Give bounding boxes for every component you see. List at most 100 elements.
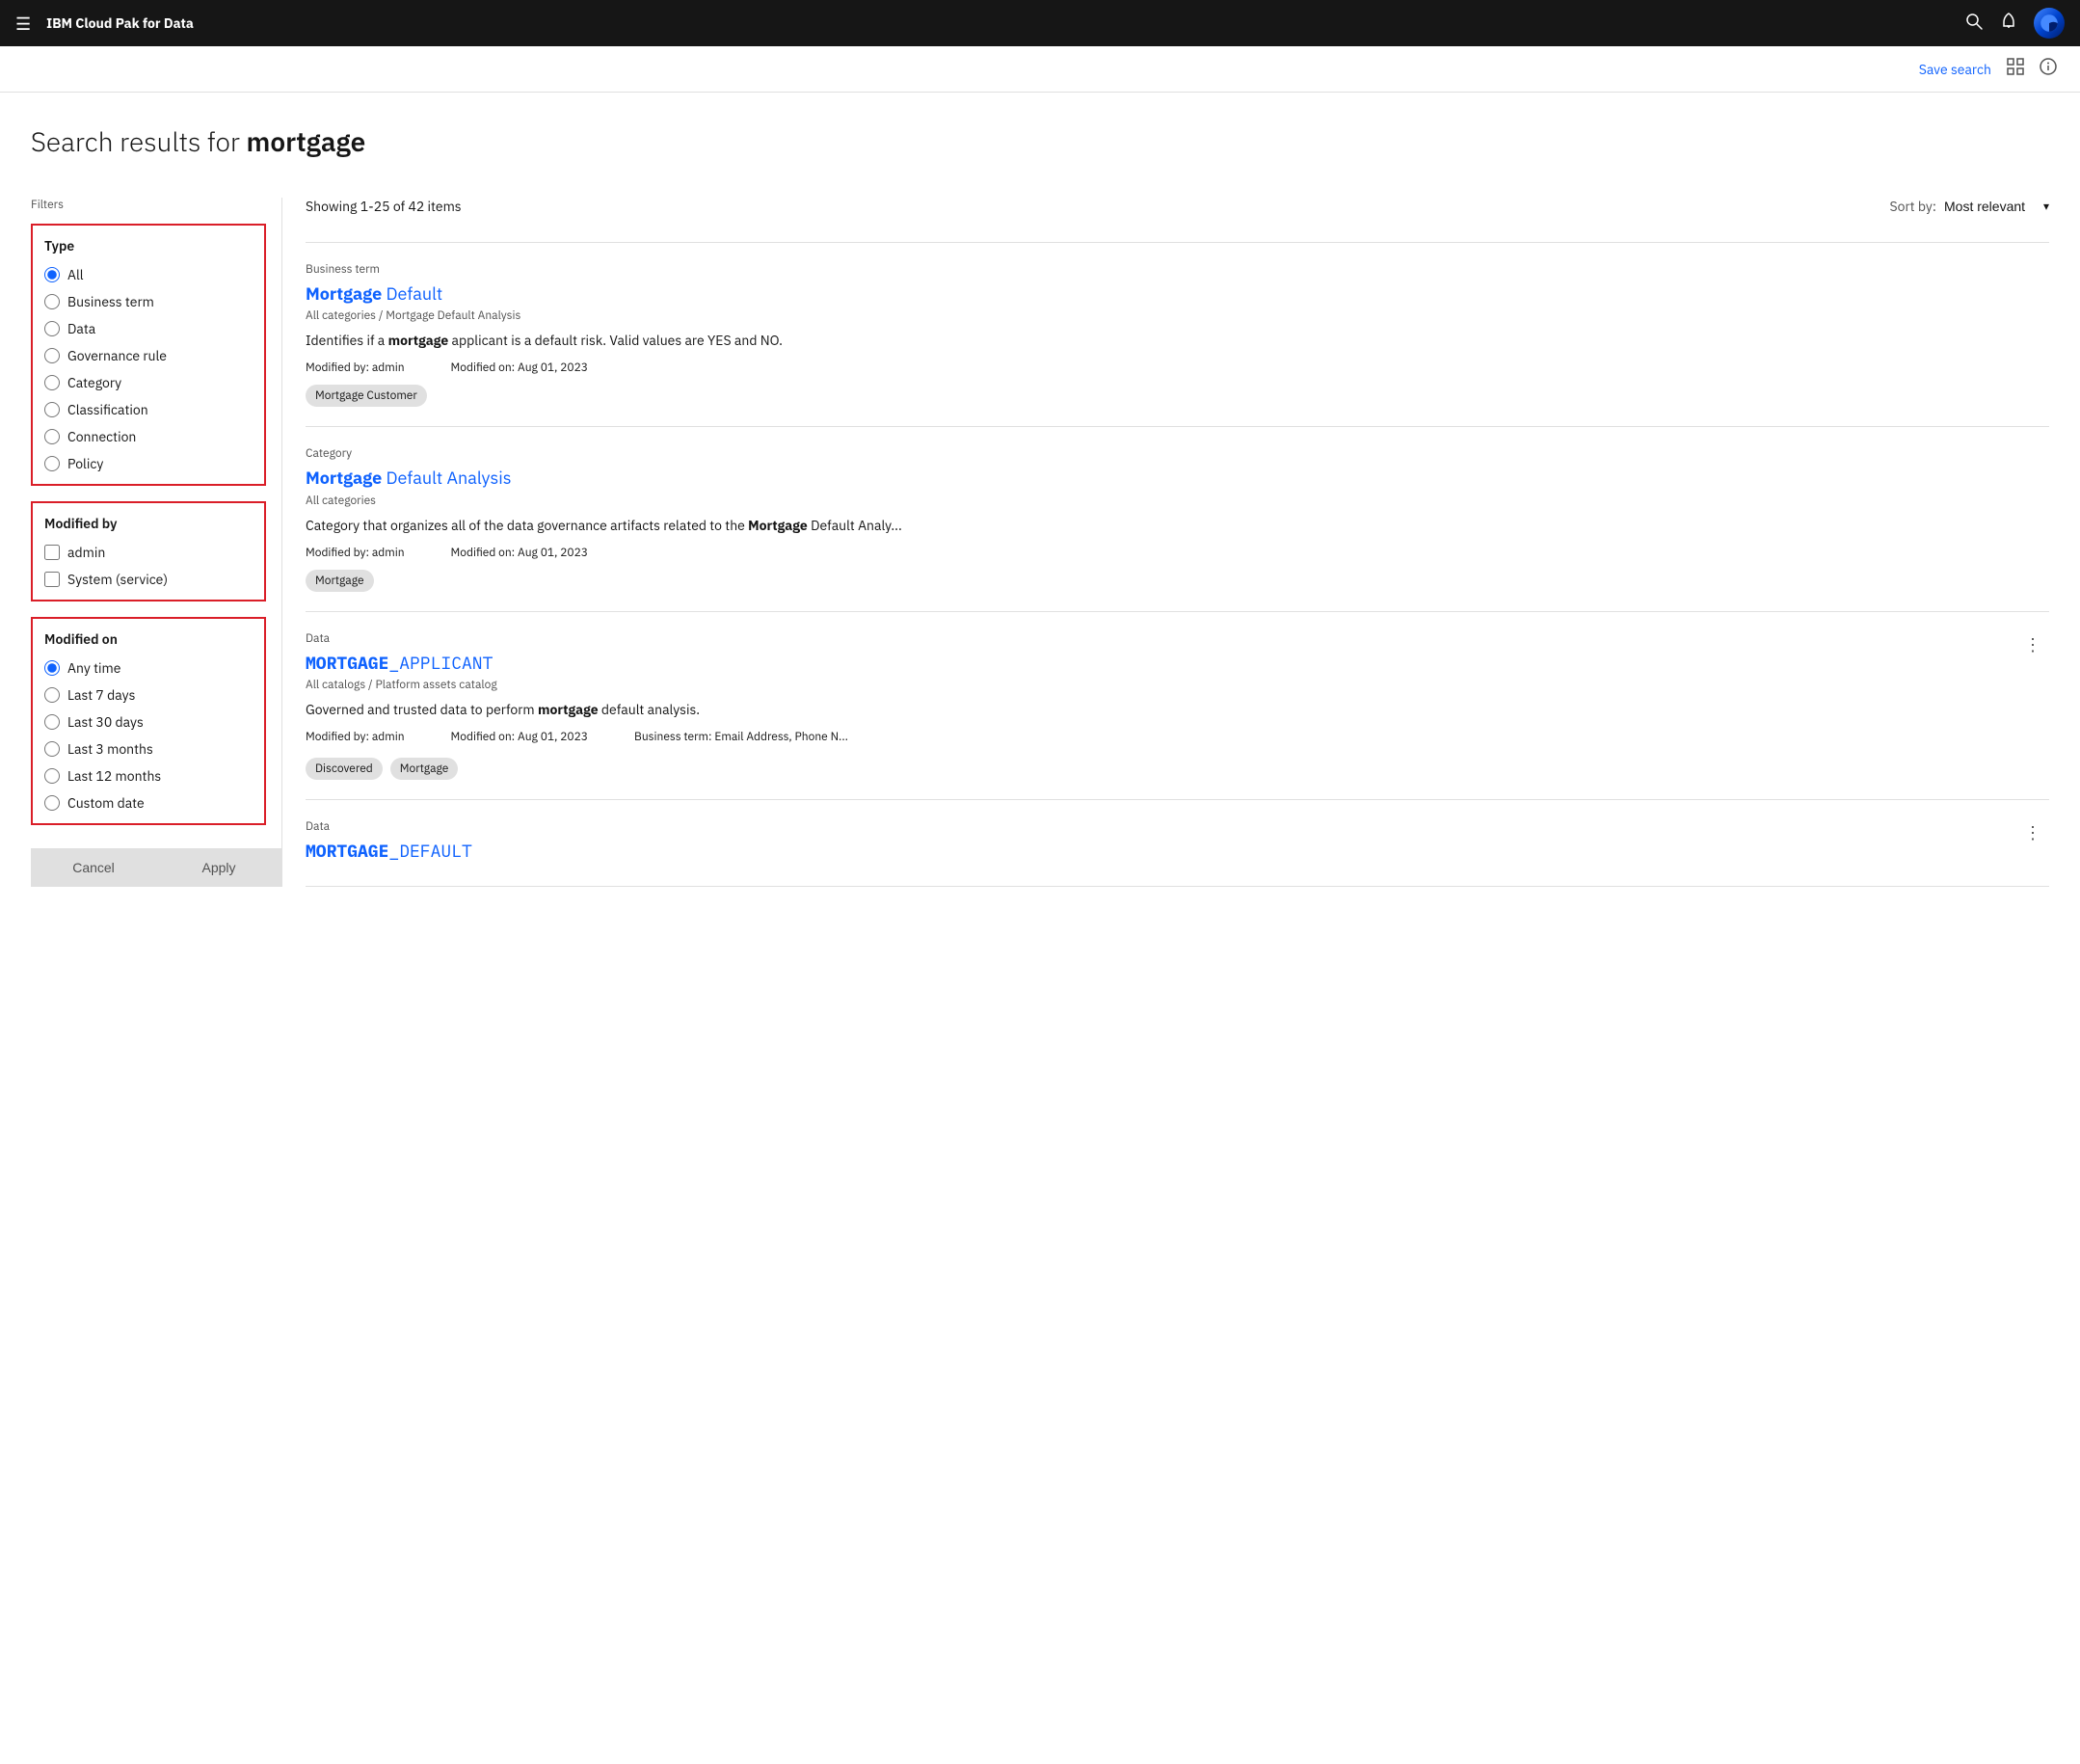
modified-on-any-time-input[interactable] [44, 660, 60, 676]
modified-by-admin-label: admin [67, 544, 105, 561]
type-radio-data-input[interactable] [44, 321, 60, 336]
result-desc-post-2: Default Analy... [808, 517, 902, 534]
type-filter-title: Type [44, 237, 253, 254]
modified-by-admin[interactable]: admin [44, 544, 253, 561]
tag-mortgage-customer[interactable]: Mortgage Customer [306, 385, 427, 407]
modified-on-last-3-months-label: Last 3 months [67, 740, 153, 758]
search-heading-prefix: Search results for [31, 123, 247, 159]
result-type-3: Data [306, 631, 2034, 646]
type-radio-category-label: Category [67, 374, 121, 391]
result-title-link-1[interactable]: Mortgage Default [306, 282, 442, 305]
modified-by-system-label: System (service) [67, 571, 168, 588]
result-title-1: Mortgage Default [306, 282, 2034, 305]
brand-ibm: IBM [46, 14, 75, 32]
type-radio-connection[interactable]: Connection [44, 428, 253, 445]
type-radio-classification-input[interactable] [44, 402, 60, 417]
modified-on-radio-group: Any time Last 7 days Last 30 days L [44, 659, 253, 812]
modified-on-last-30-days-input[interactable] [44, 714, 60, 730]
result-title-highlight-4: MORTGAGE [306, 840, 388, 862]
result-business-term-3: Business term: Email Address, Phone N... [634, 730, 848, 748]
modified-by-filter-section: Modified by admin System (service) [31, 501, 266, 601]
result-type-1: Business term [306, 262, 2034, 277]
modified-on-custom-date[interactable]: Custom date [44, 794, 253, 812]
type-radio-category-input[interactable] [44, 375, 60, 390]
result-tags-1: Mortgage Customer [306, 385, 2034, 407]
modified-by-system-input[interactable] [44, 572, 60, 587]
type-radio-governance-rule[interactable]: Governance rule [44, 347, 253, 364]
result-desc-pre-3: Governed and trusted data to perform [306, 701, 538, 718]
modified-on-last-12-months-input[interactable] [44, 768, 60, 784]
type-radio-governance-rule-input[interactable] [44, 348, 60, 363]
sort-select[interactable]: Most relevant Most recent Alphabetical [1944, 199, 2049, 214]
save-search-link[interactable]: Save search [1919, 61, 1991, 78]
result-title-highlight-1: Mortgage [306, 282, 382, 305]
results-area: Showing 1-25 of 42 items Sort by: Most r… [281, 198, 2049, 887]
modified-on-last-12-months[interactable]: Last 12 months [44, 767, 253, 785]
type-radio-business-term[interactable]: Business term [44, 293, 253, 310]
result-tags-2: Mortgage [306, 570, 2034, 592]
result-title-link-3[interactable]: MORTGAGE_APPLICANT [306, 652, 493, 674]
tag-mortgage-3[interactable]: Mortgage [390, 758, 459, 780]
type-radio-data-label: Data [67, 320, 95, 337]
type-radio-all-label: All [67, 266, 84, 283]
filters-sidebar: Filters Type All Business term [31, 198, 281, 887]
result-modified-on-3: Modified on: Aug 01, 2023 [451, 730, 588, 744]
avatar[interactable] [2034, 8, 2065, 39]
notification-icon[interactable] [1999, 12, 2018, 36]
result-title-link-4[interactable]: MORTGAGE_DEFAULT [306, 840, 472, 862]
type-radio-group: All Business term Data Governance r [44, 266, 253, 472]
type-filter-section: Type All Business term Data [31, 224, 266, 486]
result-path-1: All categories / Mortgage Default Analys… [306, 308, 2034, 323]
app-brand: IBM Cloud Pak for Data [46, 14, 194, 32]
type-radio-data[interactable]: Data [44, 320, 253, 337]
modified-by-system[interactable]: System (service) [44, 571, 253, 588]
type-radio-policy-label: Policy [67, 455, 103, 472]
modified-on-last-3-months[interactable]: Last 3 months [44, 740, 253, 758]
modified-on-last-30-days[interactable]: Last 30 days [44, 713, 253, 731]
type-radio-classification[interactable]: Classification [44, 401, 253, 418]
type-radio-policy-input[interactable] [44, 456, 60, 471]
result-desc-bold-3: mortgage [538, 701, 599, 718]
apply-button[interactable]: Apply [156, 848, 281, 887]
sort-container: Sort by: Most relevant Most recent Alpha… [1889, 198, 2049, 215]
topnav-right [1964, 8, 2065, 39]
type-radio-policy[interactable]: Policy [44, 455, 253, 472]
modified-on-custom-date-input[interactable] [44, 795, 60, 811]
modified-on-last-7-days[interactable]: Last 7 days [44, 686, 253, 704]
modified-on-last-7-days-input[interactable] [44, 687, 60, 703]
top-navigation: ☰ IBM Cloud Pak for Data [0, 0, 2080, 46]
result-desc-1: Identifies if a mortgage applicant is a … [306, 331, 2034, 351]
modified-on-last-3-months-input[interactable] [44, 741, 60, 757]
type-radio-connection-input[interactable] [44, 429, 60, 444]
modified-by-admin-input[interactable] [44, 545, 60, 560]
hamburger-icon[interactable]: ☰ [15, 13, 31, 35]
page-header: Search results for mortgage [0, 93, 2080, 198]
grid-icon[interactable] [2007, 58, 2024, 80]
tag-discovered[interactable]: Discovered [306, 758, 383, 780]
result-title-highlight-2: Mortgage [306, 467, 382, 489]
result-modified-on-2: Modified on: Aug 01, 2023 [451, 546, 588, 560]
modified-on-custom-date-label: Custom date [67, 794, 145, 812]
info-icon[interactable] [2040, 58, 2057, 80]
type-radio-category[interactable]: Category [44, 374, 253, 391]
secondary-bar: Save search [0, 46, 2080, 93]
type-radio-business-term-input[interactable] [44, 294, 60, 309]
result-more-button-3[interactable]: ⋮ [2020, 631, 2045, 659]
result-desc-pre-1: Identifies if a [306, 332, 388, 349]
search-heading-term: mortgage [247, 123, 366, 159]
result-title-link-2[interactable]: Mortgage Default Analysis [306, 467, 512, 489]
type-radio-all[interactable]: All [44, 266, 253, 283]
modified-by-title: Modified by [44, 515, 253, 532]
type-radio-connection-label: Connection [67, 428, 136, 445]
type-radio-all-input[interactable] [44, 267, 60, 282]
sort-select-wrapper: Most relevant Most recent Alphabetical ▾ [1944, 199, 2049, 214]
result-meta-3: Modified by: admin Modified on: Aug 01, … [306, 730, 2034, 748]
search-icon[interactable] [1964, 12, 1984, 36]
result-title-rest-3: _APPLICANT [388, 652, 493, 674]
modified-on-last-12-months-label: Last 12 months [67, 767, 161, 785]
cancel-button[interactable]: Cancel [31, 848, 156, 887]
result-more-button-4[interactable]: ⋮ [2020, 819, 2045, 847]
modified-on-any-time[interactable]: Any time [44, 659, 253, 677]
result-desc-post-1: applicant is a default risk. Valid value… [448, 332, 783, 349]
tag-mortgage[interactable]: Mortgage [306, 570, 374, 592]
